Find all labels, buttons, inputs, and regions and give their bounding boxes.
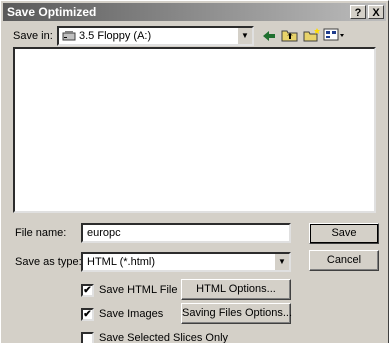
filename-value: europc — [87, 227, 121, 239]
save-in-dropdown[interactable]: 3.5 Floppy (A:) — [57, 26, 254, 46]
save-in-value: 3.5 Floppy (A:) — [79, 30, 152, 42]
filetype-value: HTML (*.html) — [87, 256, 156, 268]
chevron-down-icon[interactable] — [274, 254, 289, 270]
floppy-drive-icon — [62, 30, 76, 41]
filetype-label: Save as type: — [15, 256, 82, 268]
filename-label: File name: — [15, 227, 67, 239]
save-images-checkbox[interactable]: ✔ — [81, 308, 94, 321]
title-bar: Save Optimized ? X — [3, 3, 386, 21]
save-html-label: Save HTML File — [99, 284, 178, 296]
dialog-title: Save Optimized — [7, 5, 97, 19]
help-button[interactable]: ? — [350, 5, 366, 19]
save-images-label: Save Images — [99, 308, 164, 320]
save-in-label: Save in: — [13, 30, 53, 42]
html-options-button[interactable]: HTML Options... — [181, 279, 291, 300]
up-folder-icon[interactable] — [281, 27, 299, 43]
cancel-button[interactable]: Cancel — [309, 250, 379, 271]
filename-input[interactable]: europc — [81, 223, 291, 243]
save-optimized-dialog: Save Optimized ? X Save in: 3.5 Floppy (… — [0, 0, 389, 344]
filetype-dropdown[interactable]: HTML (*.html) — [81, 252, 291, 272]
save-html-checkbox[interactable]: ✔ — [81, 284, 94, 297]
file-list[interactable] — [13, 47, 376, 213]
background-page-strip — [0, 343, 389, 359]
back-arrow-icon[interactable] — [261, 28, 277, 44]
chevron-down-icon[interactable] — [237, 28, 252, 44]
new-folder-icon[interactable] — [303, 27, 321, 43]
saving-files-options-button[interactable]: Saving Files Options... — [181, 303, 292, 324]
save-button[interactable]: Save — [309, 223, 379, 244]
view-menu-icon[interactable] — [323, 28, 345, 42]
close-button[interactable]: X — [368, 5, 384, 19]
